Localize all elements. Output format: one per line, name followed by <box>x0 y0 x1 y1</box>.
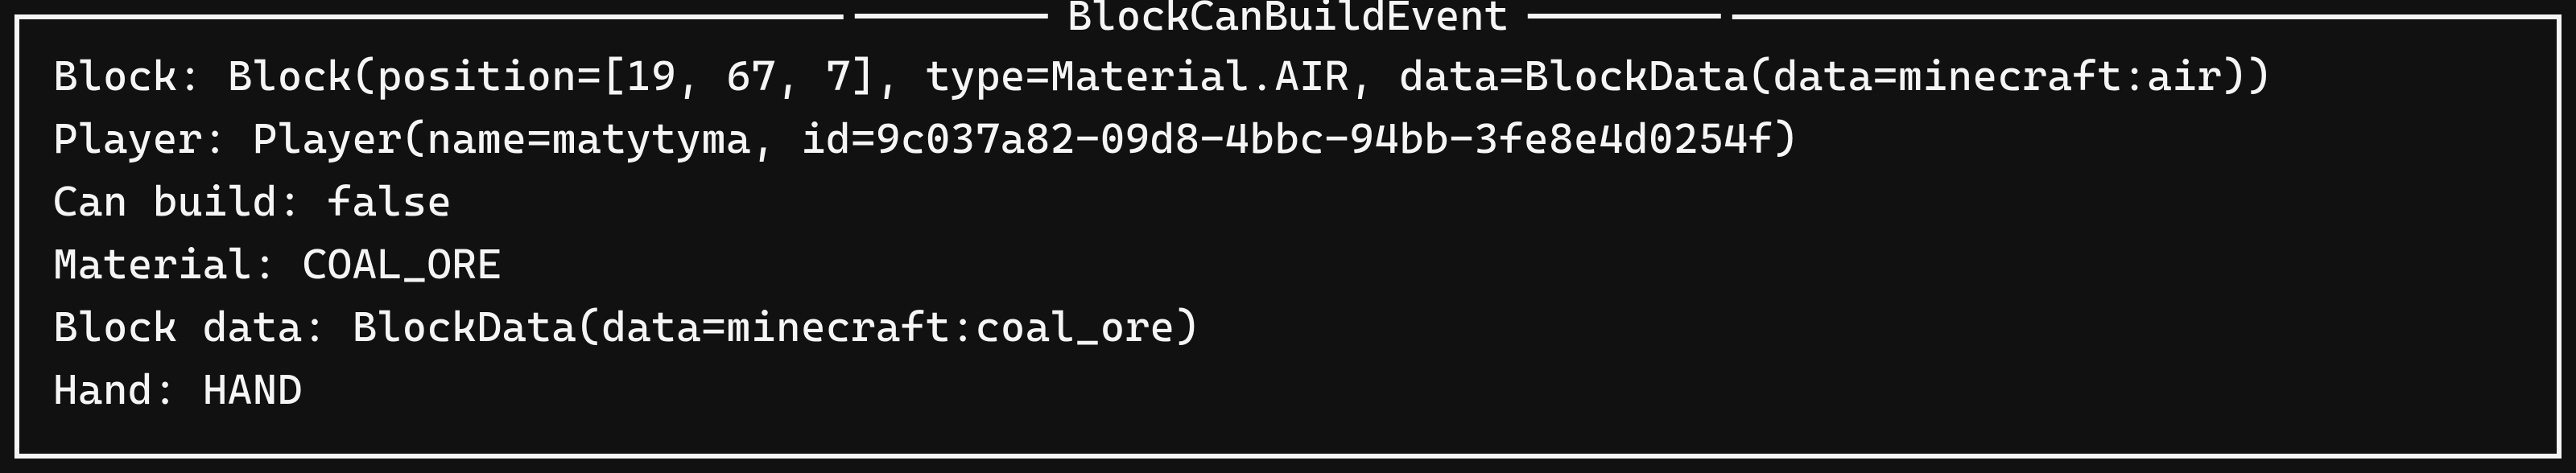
event-panel: BlockCanBuildEvent Block: Block(position… <box>14 14 2562 459</box>
row-material: Material: COAL_ORE <box>53 236 2523 293</box>
row-player: Player: Player(name=matytyma, id=9c037a8… <box>53 111 2523 167</box>
panel-body: Block: Block(position=[19, 67, 7], type=… <box>53 48 2523 418</box>
row-label: Block data: <box>53 303 353 352</box>
row-label: Hand: <box>53 366 203 414</box>
terminal-wrap: BlockCanBuildEvent Block: Block(position… <box>0 0 2576 473</box>
row-value: BlockData(data=minecraft:coal_ore) <box>353 303 1200 352</box>
row-value: HAND <box>203 366 303 414</box>
row-can-build: Can build: false <box>53 174 2523 230</box>
row-value: Block(position=[19, 67, 7], type=Materia… <box>228 52 2272 101</box>
row-value: COAL_ORE <box>303 241 502 289</box>
panel-title: BlockCanBuildEvent <box>1067 0 1509 40</box>
row-label: Player: <box>53 115 253 163</box>
row-hand: Hand: HAND <box>53 362 2523 418</box>
rule-left <box>855 14 1048 19</box>
row-value: false <box>328 178 452 226</box>
row-label: Material: <box>53 241 303 289</box>
rule-right <box>1528 14 1721 19</box>
row-block: Block: Block(position=[19, 67, 7], type=… <box>53 48 2523 105</box>
row-value: Player(name=matytyma, id=9c037a82-09d8-4… <box>253 115 1798 163</box>
row-label: Block: <box>53 52 228 101</box>
row-label: Can build: <box>53 178 328 226</box>
panel-title-wrap: BlockCanBuildEvent <box>844 0 1732 40</box>
row-block-data: Block data: BlockData(data=minecraft:coa… <box>53 299 2523 356</box>
